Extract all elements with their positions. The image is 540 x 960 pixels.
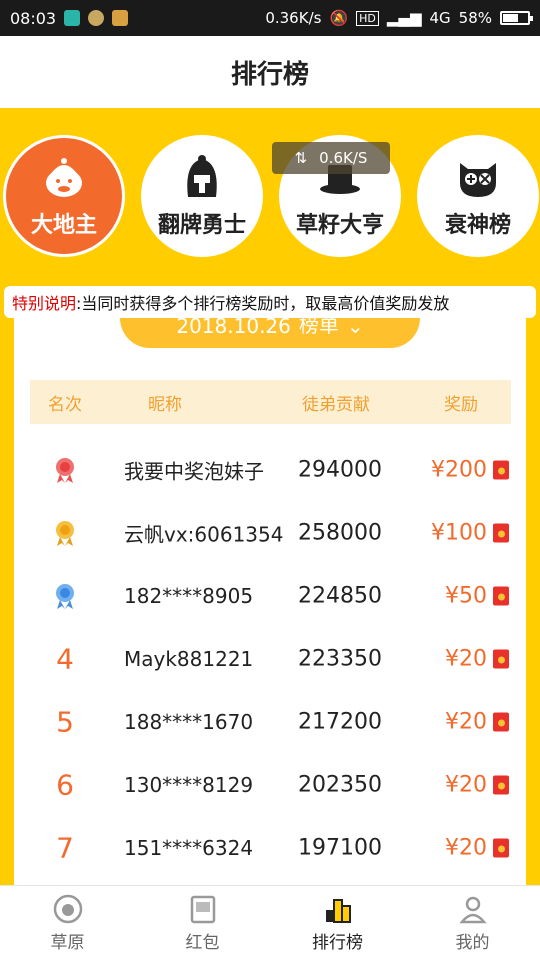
notice-label: 特别说明 [12, 294, 77, 313]
signal-icon: ▂▄▆ [386, 9, 422, 27]
row-contribution: 294000 [298, 457, 382, 482]
row-nickname: 182****8905 [124, 583, 254, 608]
owl-icon [460, 163, 496, 197]
red-packet-icon [493, 523, 509, 542]
tab-landlord[interactable]: 大地主 [3, 135, 125, 257]
row-contribution: 258000 [298, 520, 382, 545]
row-rank: 7 [56, 831, 74, 864]
network-type: 4G [429, 9, 451, 27]
row-nickname: 我要中奖泡妹子 [124, 459, 264, 483]
table-row[interactable]: 6 130****8129 202350 ¥20 [30, 753, 511, 816]
meadow-icon [53, 894, 82, 923]
nav-label: 草原 [50, 932, 85, 953]
row-reward: ¥20 [445, 772, 487, 797]
app-header: 排行榜 [0, 36, 540, 108]
table-row[interactable]: 7 151****6324 197100 ¥20 [30, 816, 511, 879]
red-packet-icon [493, 712, 509, 731]
hd-icon: HD [356, 10, 379, 26]
nav-item-red-packet[interactable]: 红包 [135, 886, 270, 960]
transfer-arrows-icon: ⇅ [294, 149, 308, 167]
red-packet-icon [493, 460, 509, 479]
tab-bad-luck[interactable]: 衰神榜 [417, 135, 539, 257]
red-packet-icon [493, 775, 509, 794]
nav-label: 红包 [185, 932, 220, 953]
nav-label: 我的 [455, 932, 490, 953]
row-contribution: 223350 [298, 646, 382, 671]
battery-percent: 58% [458, 9, 492, 27]
bronze-medal-icon [56, 583, 74, 609]
row-contribution: 202350 [298, 772, 382, 797]
row-nickname: 188****1670 [124, 709, 254, 734]
page-title: 排行榜 [230, 59, 309, 90]
mute-icon: 🔕 [329, 9, 349, 27]
column-header-contribution: 徒弟贡献 [302, 394, 370, 415]
tab-label: 草籽大亨 [295, 213, 384, 238]
network-speed: 0.36K/s [265, 9, 322, 27]
tab-label: 大地主 [30, 213, 97, 238]
row-contribution: 197100 [298, 835, 382, 860]
speed-overlay: ⇅ 0.6K/S [272, 142, 390, 174]
app-notification-icon [64, 10, 81, 26]
red-packet-icon [190, 895, 215, 923]
red-packet-icon [493, 649, 509, 668]
row-contribution: 217200 [298, 709, 382, 734]
row-rank: 4 [56, 642, 74, 675]
table-header: 名次 昵称 徒弟贡献 奖励 [30, 380, 511, 424]
category-tabs: 大地主 翻牌勇士 草籽大亨 衰神榜 [0, 135, 540, 260]
row-reward: ¥200 [431, 457, 487, 482]
clock: 08:03 [10, 8, 57, 28]
app-notification-icon [88, 10, 105, 26]
row-reward: ¥20 [445, 835, 487, 860]
notice-banner: 特别说明 :当同时获得多个排行榜奖励时，取最高价值奖励发放 [4, 286, 536, 318]
row-reward: ¥20 [445, 646, 487, 671]
red-packet-icon [493, 838, 509, 857]
app-notification-icon [112, 10, 129, 26]
silver-medal-icon [56, 520, 74, 546]
row-nickname: 151****6324 [124, 835, 254, 860]
notice-text: :当同时获得多个排行榜奖励时，取最高价值奖励发放 [76, 294, 450, 313]
bottom-nav: 草原 红包 排行榜 我的 [0, 885, 540, 960]
row-reward: ¥20 [445, 709, 487, 734]
table-row[interactable]: 我要中奖泡妹子 294000 ¥200 [30, 438, 511, 501]
tab-label: 翻牌勇士 [157, 213, 246, 238]
landlord-icon [46, 158, 82, 197]
row-nickname: 130****8129 [124, 772, 254, 797]
status-bar: 08:03 0.36K/s 🔕 HD ▂▄▆ 4G 58% [0, 0, 540, 36]
table-row[interactable]: 云帆vx:6061354 258000 ¥100 [30, 501, 511, 564]
nav-item-meadow[interactable]: 草原 [0, 886, 135, 960]
profile-icon [458, 896, 487, 923]
battery-icon [500, 11, 533, 25]
table-row[interactable]: 4 Mayk881221 223350 ¥20 [30, 627, 511, 690]
tab-label: 衰神榜 [444, 213, 511, 238]
column-header-reward: 奖励 [444, 394, 478, 415]
row-reward: ¥50 [445, 583, 487, 608]
nav-label: 排行榜 [312, 932, 363, 953]
ranking-icon [325, 898, 351, 923]
column-header-rank: 名次 [48, 394, 82, 415]
row-rank: 6 [56, 768, 74, 801]
column-header-nickname: 昵称 [148, 394, 182, 415]
table-row[interactable]: 182****8905 224850 ¥50 [30, 564, 511, 627]
table-row[interactable]: 5 188****1670 217200 ¥20 [30, 690, 511, 753]
row-reward: ¥100 [431, 520, 487, 545]
row-rank: 5 [56, 705, 74, 738]
row-contribution: 224850 [298, 583, 382, 608]
tab-flip-warrior[interactable]: 翻牌勇士 [141, 135, 263, 257]
speed-overlay-value: 0.6K/S [319, 149, 368, 167]
row-nickname: Mayk881221 [124, 646, 254, 671]
warrior-icon [187, 155, 217, 197]
row-nickname: 云帆vx:6061354 [124, 522, 284, 546]
nav-item-ranking[interactable]: 排行榜 [270, 886, 405, 960]
red-packet-icon [493, 586, 509, 605]
nav-item-profile[interactable]: 我的 [405, 886, 540, 960]
gold-medal-icon [56, 457, 74, 483]
